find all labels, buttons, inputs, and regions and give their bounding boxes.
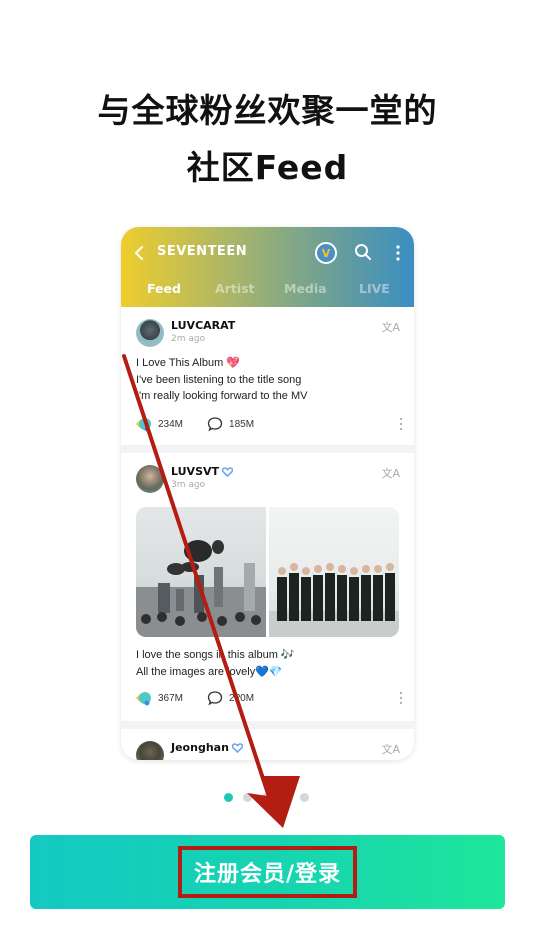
post-body: I Love This Album 💖 I've been listening …	[136, 355, 307, 405]
pager-dot[interactable]	[224, 793, 233, 802]
post-actions: 367M 2?0M	[134, 689, 404, 707]
username-text: Jeonghan	[171, 741, 229, 754]
mv-scene-image	[136, 540, 266, 637]
channel-tabs: Feed Artist Media LIVE	[121, 281, 414, 299]
signup-login-label: 注册会员/登录	[177, 846, 358, 898]
post-username: LUVSVT	[171, 465, 234, 478]
avatar	[136, 741, 164, 760]
post-more-icon	[399, 417, 403, 431]
verified-heart-icon	[222, 466, 234, 477]
post-actions: 234M 185M	[134, 415, 404, 433]
tab-feed: Feed	[147, 281, 181, 296]
search-icon	[355, 244, 371, 260]
post-line: I've been listening to the title song	[136, 373, 302, 386]
post-body: I love the songs in this album 🎶 All the…	[136, 647, 295, 680]
app-preview: SEVENTEEN V Feed Artist Media LIVE LUVCA…	[121, 227, 414, 760]
post-images	[136, 507, 399, 637]
username-text: LUVCARAT	[171, 319, 236, 332]
verified-heart-icon	[231, 742, 243, 753]
translate-icon: 文A	[381, 321, 400, 334]
post-line: I Love This Album 💖	[136, 357, 240, 369]
post-username: Jeonghan	[171, 741, 243, 754]
feed-list: LUVCARAT 2m ago 文A I Love This Album 💖 I…	[121, 307, 414, 760]
cheer-icon	[136, 418, 151, 432]
carousel-pager	[224, 793, 309, 802]
post-time: 3m ago	[171, 480, 206, 490]
tab-live: LIVE	[359, 281, 390, 296]
post-line: All the images are lovely💙💎	[136, 665, 283, 678]
more-vertical-icon	[396, 245, 400, 261]
post-image	[136, 507, 266, 637]
group-photo-image	[269, 563, 399, 637]
feed-post: LUVSVT 3m ago 文A I love the songs in thi…	[121, 453, 414, 721]
headline-line-2: 社区Feed	[186, 148, 349, 187]
feed-post: LUVCARAT 2m ago 文A I Love This Album 💖 I…	[121, 307, 414, 445]
headline: 与全球粉丝欢聚一堂的 社区Feed	[0, 82, 535, 196]
app-header: SEVENTEEN V Feed Artist Media LIVE	[121, 227, 414, 307]
comment-icon	[207, 691, 223, 706]
translate-icon: 文A	[381, 467, 400, 480]
post-line: I'm really looking forward to the MV	[136, 390, 308, 402]
comments-count: 185M	[229, 418, 255, 430]
username-text: LUVSVT	[171, 465, 220, 478]
tab-media: Media	[284, 281, 327, 296]
post-divider	[121, 445, 414, 453]
post-divider	[121, 721, 414, 729]
translate-icon: 文A	[381, 743, 400, 756]
annotation-arrow-head	[247, 776, 300, 828]
seventeen-badge-icon: V	[315, 242, 337, 264]
back-arrow-icon	[134, 246, 143, 260]
feed-post: Jeonghan 文A	[121, 729, 414, 760]
post-line: I love the songs in this album 🎶	[136, 649, 295, 661]
cheer-icon	[136, 692, 151, 706]
avatar	[136, 465, 164, 493]
pager-dot[interactable]	[262, 793, 271, 802]
post-image	[269, 507, 399, 637]
likes-count: 367M	[158, 692, 184, 704]
post-more-icon	[399, 691, 403, 705]
tab-artist: Artist	[215, 281, 255, 296]
post-time: 2m ago	[171, 334, 206, 344]
pager-dot[interactable]	[300, 793, 309, 802]
badge-glyph: V	[321, 246, 331, 260]
comments-count: 2?0M	[229, 692, 255, 704]
signup-login-button[interactable]: 注册会员/登录	[30, 835, 505, 909]
avatar	[136, 319, 164, 347]
pager-dot[interactable]	[243, 793, 252, 802]
comment-icon	[207, 417, 223, 432]
likes-count: 234M	[158, 418, 184, 430]
pager-dot[interactable]	[281, 793, 290, 802]
channel-name: SEVENTEEN	[157, 244, 248, 259]
post-username: LUVCARAT	[171, 319, 235, 332]
headline-line-1: 与全球粉丝欢聚一堂的	[97, 91, 438, 130]
